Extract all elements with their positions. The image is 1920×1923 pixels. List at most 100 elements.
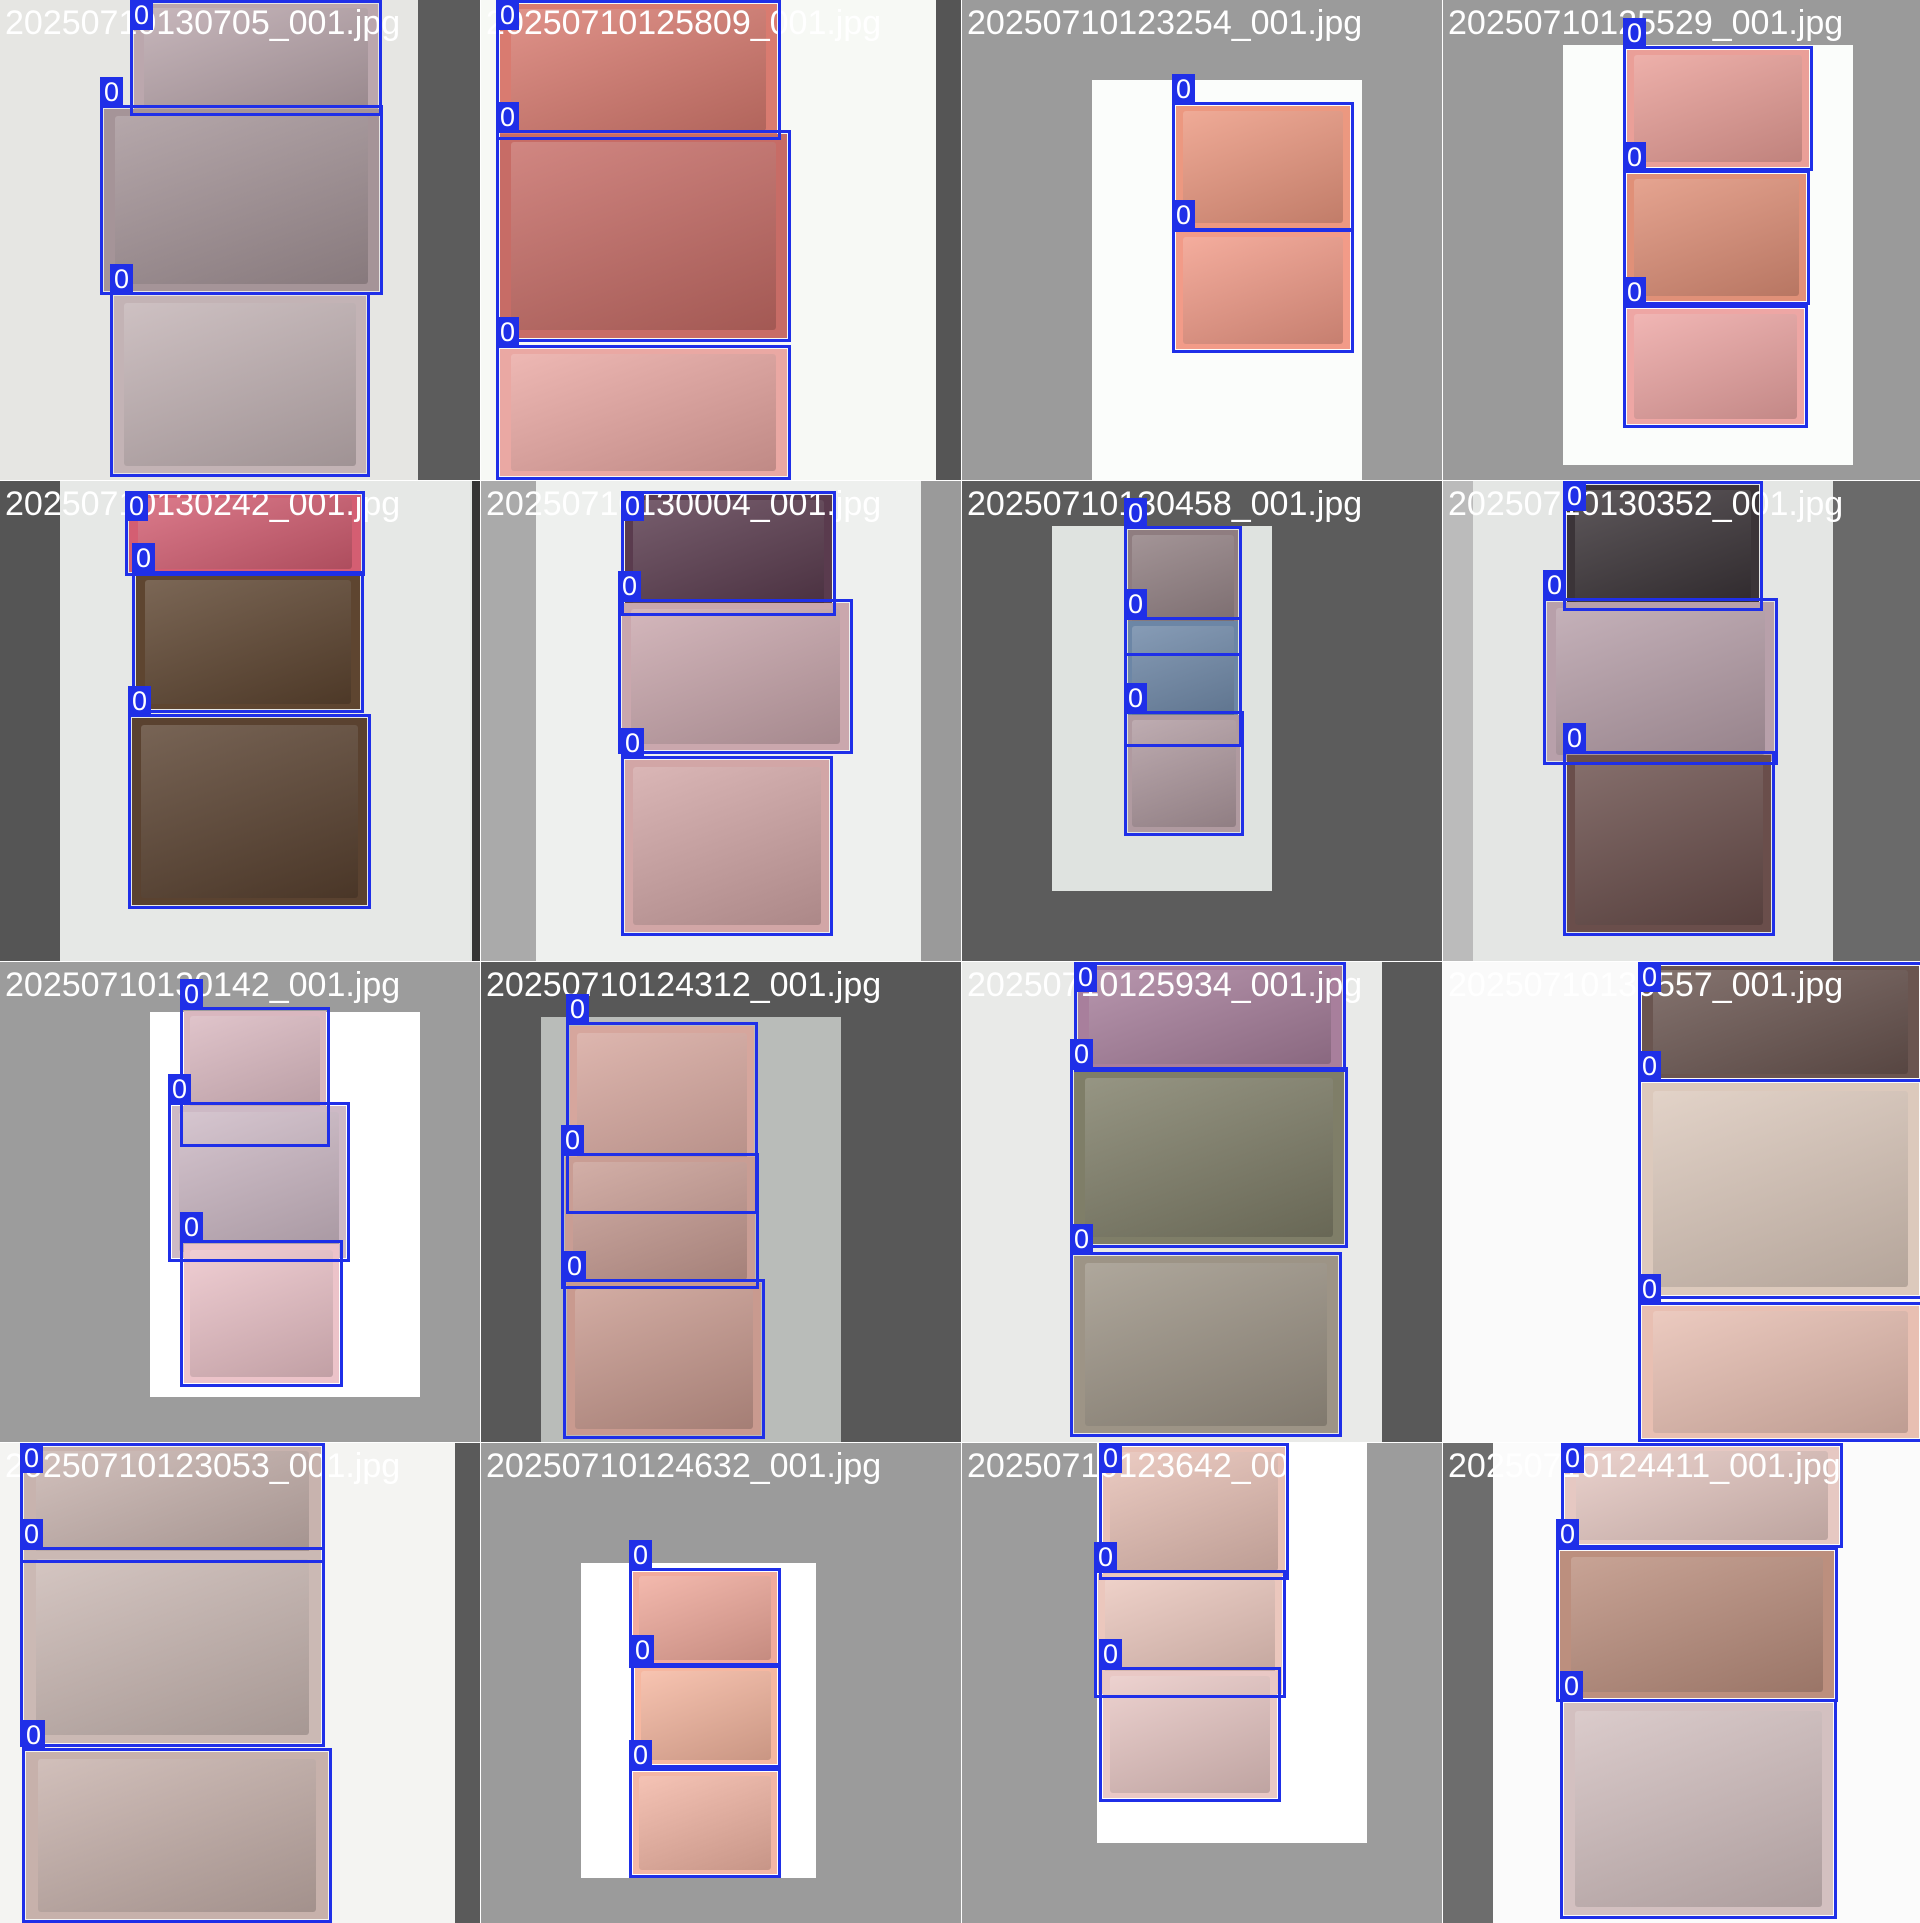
detection-class-label: 0 [110, 264, 133, 294]
scanner-edge-band [1443, 481, 1473, 961]
detection-class-label: 0 [1124, 498, 1147, 528]
detection-class-label: 0 [1070, 1224, 1093, 1254]
detection-box: 0 [125, 491, 365, 576]
detection-class-label: 0 [621, 728, 644, 758]
detection-box: 0 [1074, 962, 1346, 1072]
detection-box: 0 [621, 728, 833, 936]
detection-box: 0 [20, 1519, 325, 1747]
detection-class-label: 0 [629, 1740, 652, 1770]
detection-box: 0 [1099, 1443, 1289, 1580]
detection-class-label: 0 [1638, 1051, 1661, 1081]
detection-class-label: 0 [1563, 481, 1586, 511]
detection-class-label: 0 [496, 102, 519, 132]
image-filename: 20250710124632_001.jpg [486, 1447, 882, 1485]
detection-class-label: 0 [1172, 74, 1195, 104]
detection-mosaic: 20250710130705_001.jpg 0 0 0 20250710125809_… [0, 0, 1920, 1923]
detection-class-label: 0 [180, 979, 203, 1009]
image-tile: 20250710130142_001.jpg000 [0, 962, 480, 1442]
detection-box: 0 [1563, 723, 1775, 936]
detection-class-label: 0 [496, 317, 519, 347]
image-tile: 20250710130705_001.jpg 0 0 0 [0, 0, 480, 480]
detection-class-label: 0 [1623, 142, 1646, 172]
detection-box: 0 [563, 1251, 765, 1439]
detection-box: 0 [1172, 200, 1354, 353]
detection-box: 0 [496, 317, 791, 480]
image-tile: 20250710125934_001.jpg 0 0 0 [962, 962, 1442, 1442]
detection-box: 0 [631, 1635, 781, 1768]
image-tile: 20250710130242_001.jpg 0 0 0 [0, 481, 480, 961]
detection-box: 0 [1556, 1519, 1838, 1702]
detection-box: 0 [1638, 1051, 1920, 1299]
image-tile: 20250710124411_001.jpg 0 0 0 [1443, 1443, 1920, 1923]
detection-box: 0 [100, 77, 383, 295]
detection-box: 0 [1623, 18, 1813, 171]
detection-class-label: 0 [22, 1720, 45, 1750]
detection-class-label: 0 [1124, 589, 1147, 619]
scanner-edge-band [1382, 962, 1442, 1442]
detection-class-label: 0 [1099, 1639, 1122, 1669]
detection-box: 0 [1563, 481, 1763, 611]
scanner-edge-band [921, 481, 961, 961]
detection-box: 0 [128, 686, 371, 909]
detection-box: 0 [180, 1212, 343, 1387]
image-tile: 20250710125529_001.jpg000 [1443, 0, 1920, 480]
image-tile: 20250710130004_001.jpg 0 0 0 [481, 481, 961, 961]
detection-box: 0 [561, 1125, 759, 1289]
detection-box: 0 [496, 102, 791, 342]
image-filename: 20250710130458_001.jpg [967, 485, 1363, 523]
detection-class-label: 0 [1124, 683, 1147, 713]
scanner-edge-band [481, 481, 536, 961]
detection-class-label: 0 [1556, 1519, 1579, 1549]
detection-class-label: 0 [618, 571, 641, 601]
scanner-edge-band [936, 0, 961, 480]
detection-class-label: 0 [1638, 962, 1661, 992]
image-tile: 20250710123254_001.jpg 0 0 [962, 0, 1442, 480]
scanner-edge-band [418, 0, 480, 480]
scanner-edge-band [455, 1443, 480, 1923]
detection-box: 0 [1070, 1224, 1342, 1437]
detection-class-label: 0 [128, 686, 151, 716]
scanner-edge-band [0, 481, 60, 961]
scanner-edge-band [1833, 481, 1920, 961]
detection-class-label: 0 [1623, 277, 1646, 307]
detection-box: 0 [621, 491, 836, 616]
detection-box: 0 [132, 543, 364, 713]
detection-class-label: 0 [1094, 1542, 1117, 1572]
detection-box: 0 [1561, 1443, 1843, 1548]
image-tile: 20250710130458_001.jpg 0 0 0 [962, 481, 1442, 961]
detection-box: 0 [1099, 1639, 1281, 1802]
detection-box: 0 [1638, 962, 1920, 1082]
detection-class-label: 0 [621, 491, 644, 521]
detection-class-label: 0 [1543, 570, 1566, 600]
detection-class-label: 0 [1623, 18, 1646, 48]
detection-box: 0 [1560, 1671, 1837, 1919]
detection-box: 0 [1172, 74, 1354, 232]
image-tile: 20250710130352_001.jpg 0 0 0 [1443, 481, 1920, 961]
scanner-edge-band [472, 481, 480, 961]
detection-box: 0 [22, 1720, 332, 1923]
detection-class-label: 0 [1172, 200, 1195, 230]
detection-class-label: 0 [125, 491, 148, 521]
detection-class-label: 0 [629, 1540, 652, 1570]
image-tile: 20250710125809_001.jpg 0 0 0 [481, 0, 961, 480]
detection-class-label: 0 [180, 1212, 203, 1242]
detection-class-label: 0 [132, 543, 155, 573]
detection-class-label: 0 [1560, 1671, 1583, 1701]
detection-class-label: 0 [168, 1074, 191, 1104]
image-tile: 20250710123053_001.jpg 0 0 0 [0, 1443, 480, 1923]
detection-box: 0 [618, 571, 853, 754]
detection-box: 0 [496, 0, 781, 140]
detection-box: 0 [1638, 1274, 1920, 1442]
image-tile: 20250710123642_001.jpg 0 0 0 [962, 1443, 1442, 1923]
detection-class-label: 0 [496, 0, 519, 30]
detection-class-label: 0 [561, 1125, 584, 1155]
image-filename: 20250710123254_001.jpg [967, 4, 1363, 42]
detection-class-label: 0 [1563, 723, 1586, 753]
image-filename: 20250710124312_001.jpg [486, 966, 882, 1004]
detection-class-label: 0 [566, 994, 589, 1024]
detection-box: 0 [1124, 683, 1244, 836]
image-tile: 20250710124312_001.jpg 0 0 0 [481, 962, 961, 1442]
detection-box: 0 [1623, 277, 1808, 428]
detection-box: 0 [130, 0, 382, 116]
detection-class-label: 0 [631, 1635, 654, 1665]
